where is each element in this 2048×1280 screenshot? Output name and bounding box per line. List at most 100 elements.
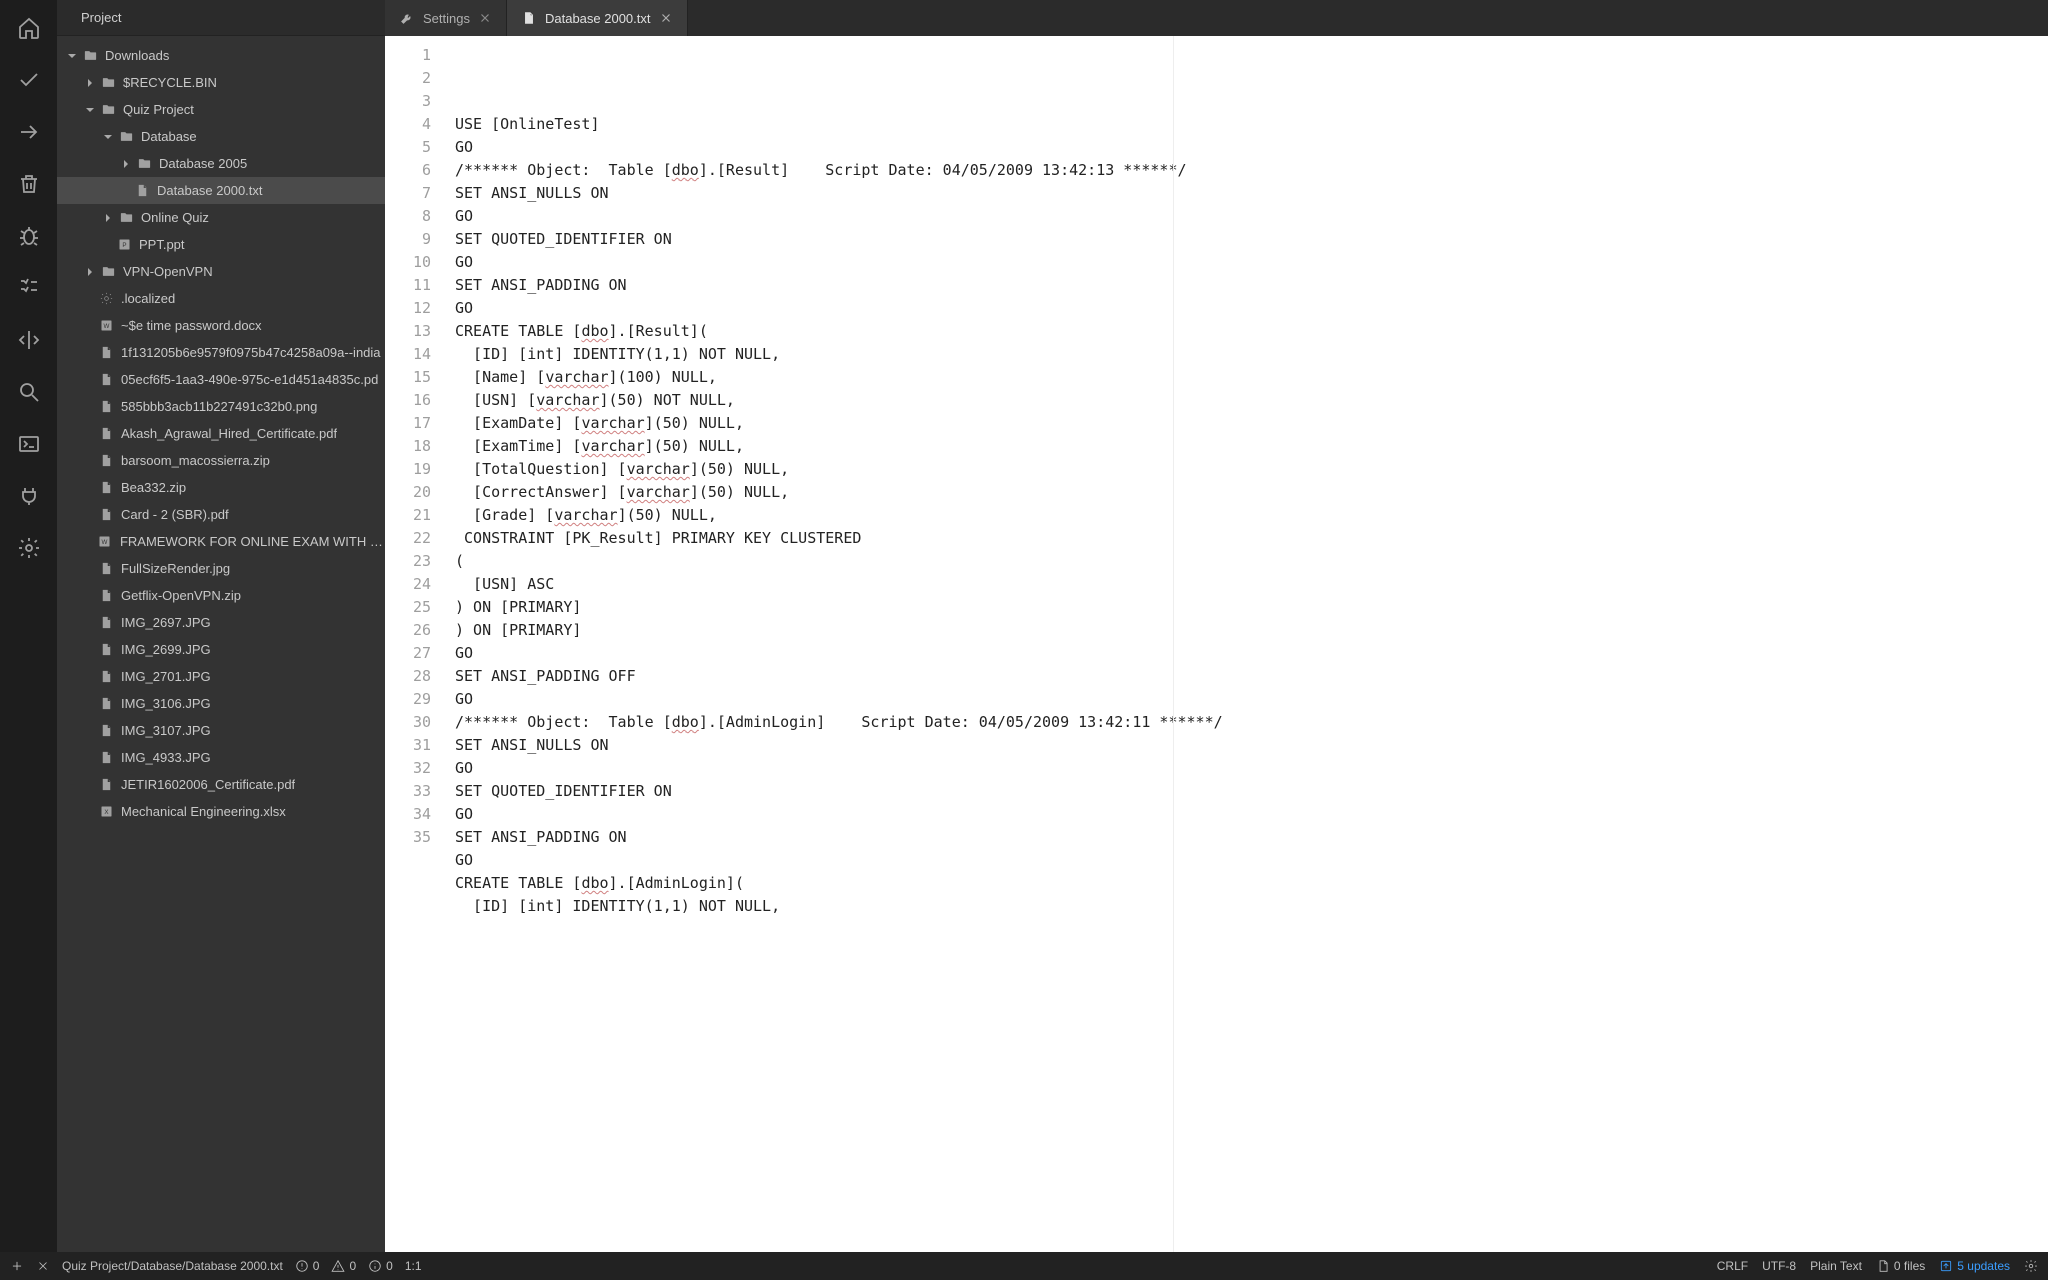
code-line[interactable]: /****** Object: Table [dbo].[Result] Scr… xyxy=(455,159,2048,182)
code-line[interactable]: GO xyxy=(455,688,2048,711)
code-line[interactable]: GO xyxy=(455,803,2048,826)
status-eol[interactable]: CRLF xyxy=(1717,1259,1748,1273)
code-line[interactable]: [Name] [varchar](100) NULL, xyxy=(455,366,2048,389)
tree-item[interactable]: 1f131205b6e9579f0975b47c4258a09a--india xyxy=(57,339,385,366)
check-icon[interactable] xyxy=(13,64,45,96)
home-icon[interactable] xyxy=(13,12,45,44)
status-encoding[interactable]: UTF-8 xyxy=(1762,1259,1796,1273)
code-line[interactable]: SET ANSI_PADDING ON xyxy=(455,826,2048,849)
trash-icon[interactable] xyxy=(13,168,45,200)
code-line[interactable]: CREATE TABLE [dbo].[Result]( xyxy=(455,320,2048,343)
gear-icon[interactable] xyxy=(13,532,45,564)
tree-item[interactable]: 585bbb3acb11b227491c32b0.png xyxy=(57,393,385,420)
tree-item[interactable]: VPN-OpenVPN xyxy=(57,258,385,285)
code-line[interactable]: SET ANSI_PADDING ON xyxy=(455,274,2048,297)
tree-item[interactable]: IMG_3107.JPG xyxy=(57,717,385,744)
tree-item[interactable]: Card - 2 (SBR).pdf xyxy=(57,501,385,528)
code-line[interactable]: GO xyxy=(455,205,2048,228)
status-path[interactable]: Quiz Project/Database/Database 2000.txt xyxy=(62,1259,283,1273)
code-line[interactable]: [USN] ASC xyxy=(455,573,2048,596)
sidebar-title[interactable]: Project xyxy=(57,0,385,36)
status-files[interactable]: 0 files xyxy=(1876,1259,1925,1273)
code-content[interactable]: USE [OnlineTest]GO/****** Object: Table … xyxy=(441,36,2048,1252)
tree-item[interactable]: Bea332.zip xyxy=(57,474,385,501)
code-line[interactable]: ( xyxy=(455,550,2048,573)
chevron-right-icon[interactable] xyxy=(101,211,115,225)
tree-item[interactable]: Online Quiz xyxy=(57,204,385,231)
code-line[interactable]: [CorrectAnswer] [varchar](50) NULL, xyxy=(455,481,2048,504)
code-line[interactable]: [Grade] [varchar](50) NULL, xyxy=(455,504,2048,527)
status-position[interactable]: 1:1 xyxy=(405,1259,422,1273)
diff-icon[interactable] xyxy=(13,324,45,356)
tree-item[interactable]: IMG_2697.JPG xyxy=(57,609,385,636)
chevron-down-icon[interactable] xyxy=(83,103,97,117)
status-info[interactable]: 0 xyxy=(368,1259,393,1273)
tree-item[interactable]: Database 2000.txt xyxy=(57,177,385,204)
tree-item[interactable]: Database xyxy=(57,123,385,150)
close-icon[interactable] xyxy=(659,11,673,25)
tree-item[interactable]: Downloads xyxy=(57,42,385,69)
code-line[interactable]: SET QUOTED_IDENTIFIER ON xyxy=(455,780,2048,803)
tree-item[interactable]: XMechanical Engineering.xlsx xyxy=(57,798,385,825)
close-icon[interactable] xyxy=(36,1259,50,1273)
close-icon[interactable] xyxy=(478,11,492,25)
code-line[interactable]: GO xyxy=(455,297,2048,320)
arrow-right-icon[interactable] xyxy=(13,116,45,148)
code-line[interactable]: GO xyxy=(455,251,2048,274)
code-line[interactable]: [TotalQuestion] [varchar](50) NULL, xyxy=(455,458,2048,481)
code-line[interactable]: SET ANSI_PADDING OFF xyxy=(455,665,2048,688)
add-icon[interactable] xyxy=(10,1259,24,1273)
code-line[interactable]: ) ON [PRIMARY] xyxy=(455,596,2048,619)
code-line[interactable]: [ExamTime] [varchar](50) NULL, xyxy=(455,435,2048,458)
code-line[interactable]: CONSTRAINT [PK_Result] PRIMARY KEY CLUST… xyxy=(455,527,2048,550)
code-line[interactable]: [ID] [int] IDENTITY(1,1) NOT NULL, xyxy=(455,343,2048,366)
tab[interactable]: Database 2000.txt xyxy=(507,0,688,36)
code-line[interactable]: ) ON [PRIMARY] xyxy=(455,619,2048,642)
code-line[interactable]: GO xyxy=(455,757,2048,780)
code-line[interactable]: /****** Object: Table [dbo].[AdminLogin]… xyxy=(455,711,2048,734)
code-line[interactable]: [ExamDate] [varchar](50) NULL, xyxy=(455,412,2048,435)
tree-item[interactable]: 05ecf6f5-1aa3-490e-975c-e1d451a4835c.pd xyxy=(57,366,385,393)
chevron-down-icon[interactable] xyxy=(65,49,79,63)
tree-item[interactable]: IMG_2699.JPG xyxy=(57,636,385,663)
plug-icon[interactable] xyxy=(13,480,45,512)
tree-item[interactable]: .localized xyxy=(57,285,385,312)
tree-item[interactable]: Akash_Agrawal_Hired_Certificate.pdf xyxy=(57,420,385,447)
code-line[interactable]: SET ANSI_NULLS ON xyxy=(455,182,2048,205)
tree-item[interactable]: IMG_2701.JPG xyxy=(57,663,385,690)
tree-item[interactable]: IMG_4933.JPG xyxy=(57,744,385,771)
code-line[interactable]: GO xyxy=(455,642,2048,665)
chevron-right-icon[interactable] xyxy=(83,76,97,90)
code-line[interactable]: [ID] [int] IDENTITY(1,1) NOT NULL, xyxy=(455,895,2048,918)
status-gear-icon[interactable] xyxy=(2024,1259,2038,1273)
tree-item[interactable]: Quiz Project xyxy=(57,96,385,123)
tree-item[interactable]: $RECYCLE.BIN xyxy=(57,69,385,96)
tree-item[interactable]: Getflix-OpenVPN.zip xyxy=(57,582,385,609)
chevron-right-icon[interactable] xyxy=(83,265,97,279)
chevron-right-icon[interactable] xyxy=(119,157,133,171)
tree-item[interactable]: W~$e time password.docx xyxy=(57,312,385,339)
terminal-icon[interactable] xyxy=(13,428,45,460)
tab[interactable]: Settings xyxy=(385,0,507,36)
tree-item[interactable]: WFRAMEWORK FOR ONLINE EXAM WITH GRAP xyxy=(57,528,385,555)
editor[interactable]: 1234567891011121314151617181920212223242… xyxy=(385,36,2048,1252)
tree-item[interactable]: barsoom_macossierra.zip xyxy=(57,447,385,474)
tree-item[interactable]: FullSizeRender.jpg xyxy=(57,555,385,582)
status-language[interactable]: Plain Text xyxy=(1810,1259,1862,1273)
bug-icon[interactable] xyxy=(13,220,45,252)
code-line[interactable]: USE [OnlineTest] xyxy=(455,113,2048,136)
file-tree[interactable]: Downloads$RECYCLE.BINQuiz ProjectDatabas… xyxy=(57,36,385,1252)
status-warnings[interactable]: 0 xyxy=(331,1259,356,1273)
tree-item[interactable]: Database 2005 xyxy=(57,150,385,177)
status-errors[interactable]: 0 xyxy=(295,1259,320,1273)
code-line[interactable]: [USN] [varchar](50) NOT NULL, xyxy=(455,389,2048,412)
status-updates[interactable]: 5 updates xyxy=(1939,1259,2010,1273)
code-line[interactable]: CREATE TABLE [dbo].[AdminLogin]( xyxy=(455,872,2048,895)
code-line[interactable]: SET QUOTED_IDENTIFIER ON xyxy=(455,228,2048,251)
tree-item[interactable]: JETIR1602006_Certificate.pdf xyxy=(57,771,385,798)
tree-item[interactable]: IMG_3106.JPG xyxy=(57,690,385,717)
code-line[interactable]: GO xyxy=(455,849,2048,872)
tree-item[interactable]: PPPT.ppt xyxy=(57,231,385,258)
chevron-down-icon[interactable] xyxy=(101,130,115,144)
code-line[interactable]: GO xyxy=(455,136,2048,159)
